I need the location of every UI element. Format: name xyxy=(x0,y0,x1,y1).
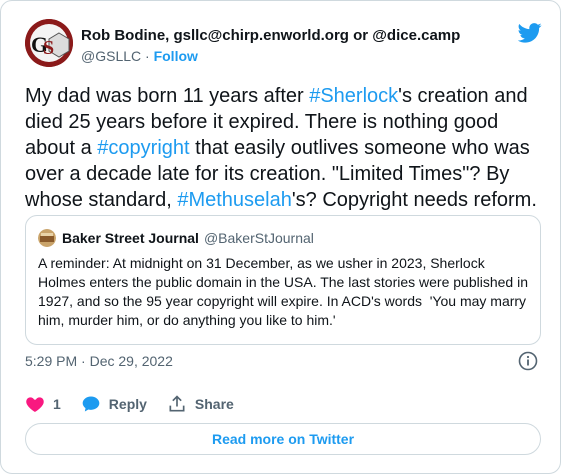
share-label: Share xyxy=(194,396,234,412)
reply-label: Reply xyxy=(108,396,147,412)
bsj-avatar-icon xyxy=(38,229,56,247)
hashtag-link[interactable]: #copyright xyxy=(97,137,189,159)
tweet-text: My dad was born 11 years after #Sherlock… xyxy=(25,83,545,213)
like-count: 1 xyxy=(53,396,61,412)
follow-button[interactable]: Follow xyxy=(154,48,198,64)
heart-icon xyxy=(26,397,44,412)
svg-text:S: S xyxy=(43,37,54,59)
quoted-tweet[interactable]: Baker Street Journal @BakerStJournal A r… xyxy=(25,215,541,345)
quoted-tweet-text: A reminder: At midnight on 31 December, … xyxy=(38,255,532,328)
hashtag-link[interactable]: #Sherlock xyxy=(309,85,398,107)
reply-button[interactable]: Reply xyxy=(81,394,147,414)
author-avatar[interactable]: G S xyxy=(25,19,73,67)
info-icon[interactable] xyxy=(518,351,538,371)
quoted-author-handle: @BakerStJournal xyxy=(203,230,314,246)
quoted-author-avatar xyxy=(38,229,56,247)
tweet-header: G S Rob Bodine, gsllc@chirp.enworld.org … xyxy=(25,19,542,67)
author-name[interactable]: Rob Bodine, gsllc@chirp.enworld.org or @… xyxy=(81,27,460,44)
hashtag-link[interactable]: #Methuselah xyxy=(177,189,292,211)
like-button[interactable]: 1 xyxy=(25,394,61,414)
share-icon xyxy=(169,395,185,412)
reply-bubble-icon xyxy=(82,396,100,412)
gs-logo-icon: G S xyxy=(25,19,73,67)
quoted-tweet-header: Baker Street Journal @BakerStJournal xyxy=(38,228,528,248)
tweet-text-segment: 's? Copyright needs reform. xyxy=(291,189,537,211)
author-handle[interactable]: @GSLLC xyxy=(81,48,141,64)
author-subline: @GSLLC · Follow xyxy=(81,48,460,64)
author-block: Rob Bodine, gsllc@chirp.enworld.org or @… xyxy=(81,27,460,64)
tweet-text-segment: My dad was born 11 years after xyxy=(25,85,310,107)
dot-separator: · xyxy=(141,48,154,64)
twitter-bird-icon[interactable] xyxy=(518,23,542,43)
tweet-actions: 1 Reply Share xyxy=(25,393,254,415)
share-button[interactable]: Share xyxy=(167,394,234,414)
tweet-card: G S Rob Bodine, gsllc@chirp.enworld.org … xyxy=(0,0,561,474)
tweet-timestamp[interactable]: 5:29 PM · Dec 29, 2022 xyxy=(25,353,173,369)
quoted-author-name: Baker Street Journal xyxy=(62,230,199,246)
read-more-button[interactable]: Read more on Twitter xyxy=(25,423,541,455)
